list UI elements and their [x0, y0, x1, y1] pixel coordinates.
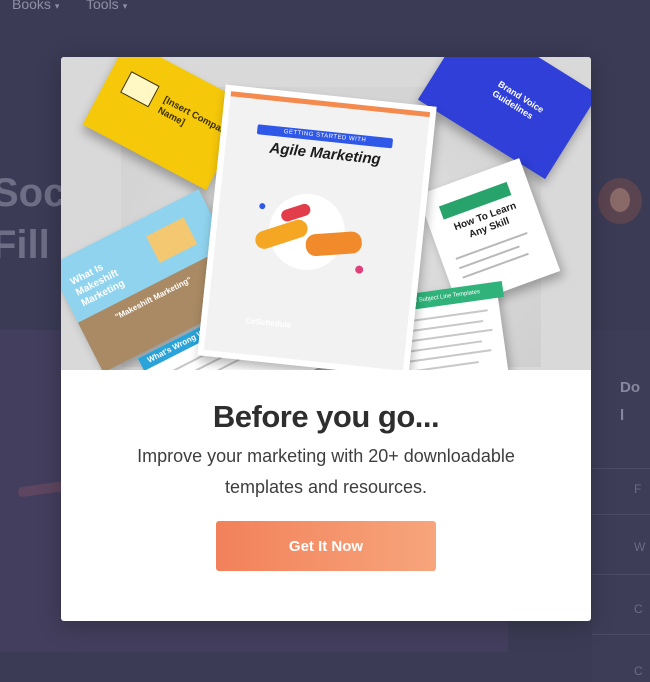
computer-icon — [146, 217, 198, 264]
coschedule-logo: CoSchedule — [244, 316, 292, 330]
divider — [592, 574, 650, 575]
hand-icon — [305, 230, 363, 257]
text-line — [405, 360, 479, 370]
nav-item-books[interactable]: Books ▾ — [12, 0, 59, 12]
get-it-now-button[interactable]: Get It Now — [216, 521, 436, 571]
divider — [592, 634, 650, 635]
nav-item-label: Books — [12, 0, 51, 12]
sidebar-field-letter: F — [634, 482, 642, 496]
chevron-down-icon: ▾ — [122, 1, 128, 11]
doc-title: Brand Voice Guidelines — [490, 78, 546, 122]
nav-item-label: Tools — [86, 0, 119, 12]
sidebar-title-line: l — [620, 407, 625, 424]
modal-heading: Before you go... — [212, 399, 440, 434]
brand-voice-doc: Brand Voice Guidelines — [417, 57, 591, 180]
agile-marketing-doc: GETTING STARTED WITH Agile Marketing CoS… — [197, 84, 437, 370]
sidebar-field-letter: C — [634, 664, 643, 678]
divider — [592, 514, 650, 515]
chevron-down-icon: ▾ — [54, 1, 60, 11]
templates-illustration: [Insert Company Name] Brand Voice Guidel… — [61, 57, 591, 370]
exit-intent-modal: [Insert Company Name] Brand Voice Guidel… — [61, 57, 591, 621]
sidebar-field-letter: C — [634, 602, 643, 616]
doc-band — [230, 91, 431, 118]
sidebar-title-line: Do — [620, 379, 640, 396]
modal-body-text: Improve your marketing with 20+ download… — [137, 446, 515, 497]
top-nav: Books ▾ Tools ▾ — [0, 0, 650, 18]
sidebar-field-letter: W — [634, 540, 646, 554]
envelope-icon — [120, 71, 160, 108]
decorative-dot — [259, 202, 266, 210]
text-line — [462, 252, 529, 279]
nav-item-tools[interactable]: Tools ▾ — [86, 0, 127, 12]
divider — [592, 468, 650, 469]
decorative-dot — [354, 265, 364, 275]
author-avatar — [598, 178, 642, 224]
sidebar-title: Do l — [620, 374, 640, 430]
